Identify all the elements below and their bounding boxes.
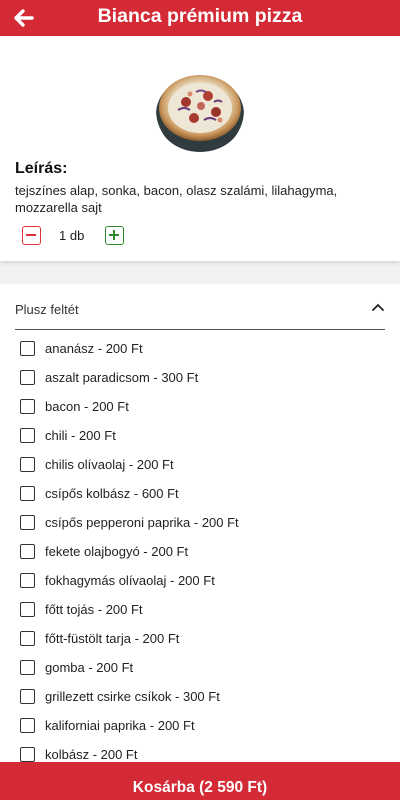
checkbox[interactable] xyxy=(20,602,35,617)
checkbox[interactable] xyxy=(20,544,35,559)
extra-option[interactable]: ananász - 200 Ft xyxy=(20,339,380,359)
extra-option[interactable]: fokhagymás olívaolaj - 200 Ft xyxy=(20,571,380,591)
extras-title: Plusz feltét xyxy=(15,302,79,317)
product-card: Leírás: tejszínes alap, sonka, bacon, ol… xyxy=(0,36,400,261)
checkbox[interactable] xyxy=(20,486,35,501)
extras-accordion-header[interactable]: Plusz feltét xyxy=(15,284,385,330)
extra-option-label: grillezett csirke csíkok - 300 Ft xyxy=(45,689,220,704)
checkbox[interactable] xyxy=(20,660,35,675)
extra-option[interactable]: aszalt paradicsom - 300 Ft xyxy=(20,368,380,388)
extra-option[interactable]: kaliforniai paprika - 200 Ft xyxy=(20,716,380,736)
checkbox[interactable] xyxy=(20,631,35,646)
quantity-value: 1 db xyxy=(59,228,85,243)
extra-option-label: fekete olajbogyó - 200 Ft xyxy=(45,544,189,559)
checkbox[interactable] xyxy=(20,689,35,704)
checkbox[interactable] xyxy=(20,399,35,414)
extra-option-label: fokhagymás olívaolaj - 200 Ft xyxy=(45,573,215,588)
extra-option-label: aszalt paradicsom - 300 Ft xyxy=(45,370,199,385)
minus-icon[interactable] xyxy=(22,226,41,245)
extra-option-label: főtt tojás - 200 Ft xyxy=(45,602,143,617)
add-to-cart-label: Kosárba (2 590 Ft) xyxy=(132,779,268,796)
extra-option-label: főtt-füstölt tarja - 200 Ft xyxy=(45,631,180,646)
extra-option[interactable]: chilis olívaolaj - 200 Ft xyxy=(20,455,380,475)
extra-option-label: gomba - 200 Ft xyxy=(45,660,134,675)
extra-option-label: csípős pepperoni paprika - 200 Ft xyxy=(45,515,239,530)
plus-icon[interactable] xyxy=(105,226,124,245)
extra-option-label: chili - 200 Ft xyxy=(45,428,116,443)
checkbox[interactable] xyxy=(20,718,35,733)
extra-option[interactable]: főtt-füstölt tarja - 200 Ft xyxy=(20,629,380,649)
extra-option-label: kolbász - 200 Ft xyxy=(45,747,138,762)
description-heading: Leírás: xyxy=(15,160,68,177)
extra-option[interactable]: gomba - 200 Ft xyxy=(20,658,380,678)
checkbox[interactable] xyxy=(20,573,35,588)
pizza-image xyxy=(156,66,244,154)
checkbox[interactable] xyxy=(20,747,35,762)
add-to-cart-button[interactable]: Kosárba (2 590 Ft) xyxy=(0,762,400,800)
extra-option[interactable]: fekete olajbogyó - 200 Ft xyxy=(20,542,380,562)
extras-section: Plusz feltét ananász - 200 Ft aszalt par… xyxy=(0,284,400,800)
description-text: tejszínes alap, sonka, bacon, olasz szal… xyxy=(15,183,338,215)
extra-option[interactable]: bacon - 200 Ft xyxy=(20,397,380,417)
extra-option[interactable]: csípős kolbász - 600 Ft xyxy=(20,484,380,504)
app-header: Bianca prémium pizza xyxy=(0,0,400,36)
extra-option-label: ananász - 200 Ft xyxy=(45,341,143,356)
extra-option[interactable]: főtt tojás - 200 Ft xyxy=(20,600,380,620)
page-title: Bianca prémium pizza xyxy=(97,5,303,27)
extra-option-label: bacon - 200 Ft xyxy=(45,399,129,414)
checkbox[interactable] xyxy=(20,515,35,530)
checkbox[interactable] xyxy=(20,428,35,443)
extra-option[interactable]: csípős pepperoni paprika - 200 Ft xyxy=(20,513,380,533)
extra-option-label: kaliforniai paprika - 200 Ft xyxy=(45,718,195,733)
checkbox[interactable] xyxy=(20,341,35,356)
extra-option[interactable]: grillezett csirke csíkok - 300 Ft xyxy=(20,687,380,707)
extra-option[interactable]: chili - 200 Ft xyxy=(20,426,380,446)
checkbox[interactable] xyxy=(20,457,35,472)
checkbox[interactable] xyxy=(20,370,35,385)
extra-option-label: chilis olívaolaj - 200 Ft xyxy=(45,457,174,472)
chevron-up-icon[interactable] xyxy=(371,302,385,312)
extra-option-label: csípős kolbász - 600 Ft xyxy=(45,486,179,501)
